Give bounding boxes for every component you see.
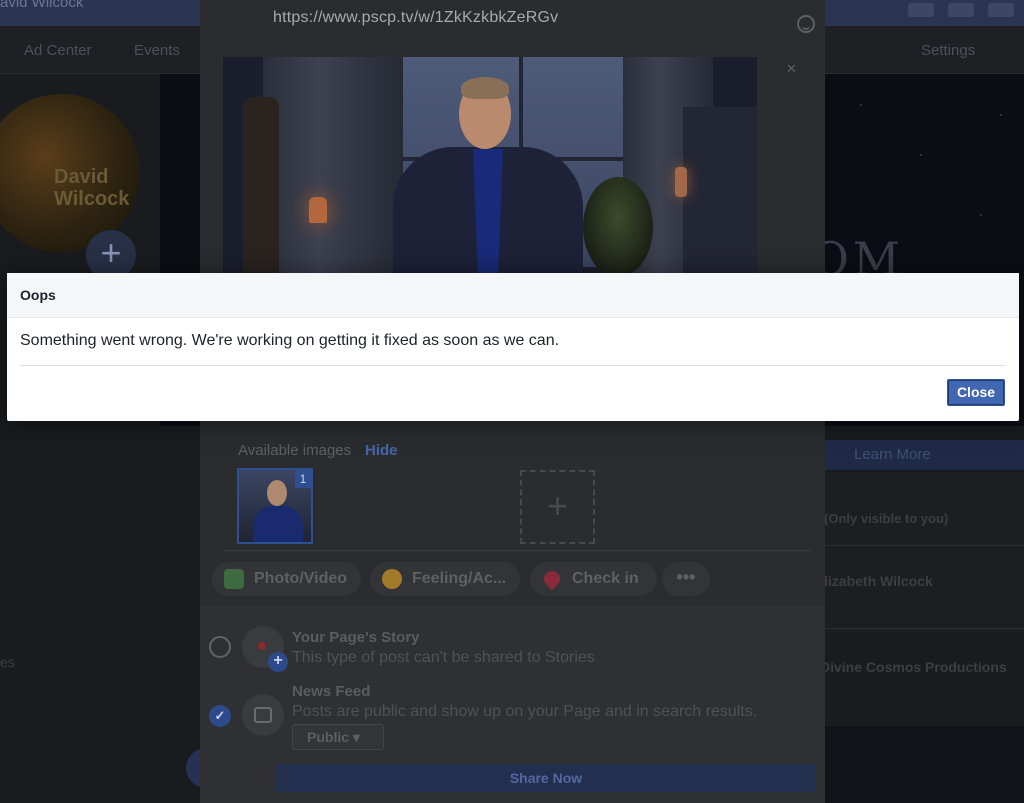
top-bar-icons: [908, 0, 1014, 20]
plant: [583, 177, 653, 277]
right-panel: [824, 472, 1024, 632]
close-button[interactable]: Close: [947, 379, 1005, 406]
news-feed-title: News Feed: [292, 683, 371, 700]
location-pin-icon: [540, 567, 564, 591]
more-options-button[interactable]: •••: [662, 562, 710, 596]
story-subtitle: This type of post can't be shared to Sto…: [292, 649, 595, 666]
page-avatar[interactable]: David Wilcock: [0, 94, 140, 252]
check-in-label: Check in: [572, 570, 639, 587]
add-image-button[interactable]: +: [520, 470, 595, 544]
story-radio[interactable]: [209, 636, 231, 658]
salt-lamp: [309, 197, 327, 223]
divider: [222, 550, 812, 551]
link-preview-image[interactable]: [223, 57, 757, 277]
link-card-footer: [222, 420, 804, 430]
photo-video-button[interactable]: Photo/Video: [212, 562, 362, 596]
grandfather-clock: [243, 97, 279, 277]
close-preview-icon[interactable]: ✕: [786, 62, 798, 75]
divider: [824, 628, 1024, 629]
share-now-button[interactable]: Share Now: [276, 764, 816, 792]
image-thumbnail[interactable]: 1: [237, 468, 313, 544]
emoji-icon[interactable]: [797, 15, 815, 33]
post-url[interactable]: https://www.pscp.tv/w/1ZkKzkbkZeRGv: [273, 9, 558, 27]
feeling-activity-label: Feeling/Ac...: [412, 570, 507, 587]
divider: [824, 545, 1024, 546]
story-title: Your Page's Story: [292, 629, 420, 646]
photo-icon: [224, 569, 244, 589]
hide-images-link[interactable]: Hide: [365, 442, 398, 459]
left-text-fragment: es: [0, 654, 15, 670]
owner-page-name[interactable]: Divine Cosmos Productions: [820, 659, 1007, 675]
privacy-selector[interactable]: Public ▾: [292, 724, 384, 750]
error-message: Something went wrong. We're working on g…: [20, 332, 560, 349]
error-dialog-header: Oops: [7, 273, 1019, 318]
admin-name[interactable]: lizabeth Wilcock: [824, 573, 933, 589]
divider: [20, 365, 1006, 366]
page-name[interactable]: avid Wilcock: [0, 0, 83, 11]
person-hair: [461, 77, 509, 99]
news-feed-checkbox[interactable]: ✓: [209, 705, 231, 727]
tab-settings[interactable]: Settings: [921, 42, 975, 59]
error-dialog: Oops Something went wrong. We're working…: [7, 273, 1019, 421]
avatar-text: David Wilcock: [54, 166, 130, 210]
bottom-cover-image: [824, 726, 1024, 803]
thumbnail-count-badge: 1: [295, 470, 311, 488]
notifications-icon[interactable]: [988, 3, 1014, 17]
news-feed-avatar: [242, 694, 284, 736]
story-avatar: +: [242, 626, 288, 672]
feeling-activity-button[interactable]: Feeling/Ac...: [370, 562, 521, 596]
lantern: [675, 167, 687, 197]
news-feed-icon: [254, 707, 272, 723]
friend-requests-icon[interactable]: [908, 3, 934, 17]
cabinet: [683, 107, 757, 277]
smiley-icon: [382, 569, 402, 589]
available-images-label: Available images: [238, 442, 352, 459]
messages-icon[interactable]: [948, 3, 974, 17]
learn-more-button[interactable]: Learn More: [824, 440, 1024, 470]
check-in-button[interactable]: Check in: [530, 562, 657, 596]
curtain-left: [263, 57, 403, 277]
tab-events[interactable]: Events: [134, 42, 180, 59]
add-plus-icon: +: [268, 652, 288, 672]
visibility-note: (Only visible to you): [824, 511, 949, 526]
photo-video-label: Photo/Video: [254, 570, 348, 587]
error-dialog-title: Oops: [20, 287, 56, 303]
tab-ad-center[interactable]: Ad Center: [24, 42, 92, 59]
news-feed-subtitle: Posts are public and show up on your Pag…: [292, 703, 758, 720]
